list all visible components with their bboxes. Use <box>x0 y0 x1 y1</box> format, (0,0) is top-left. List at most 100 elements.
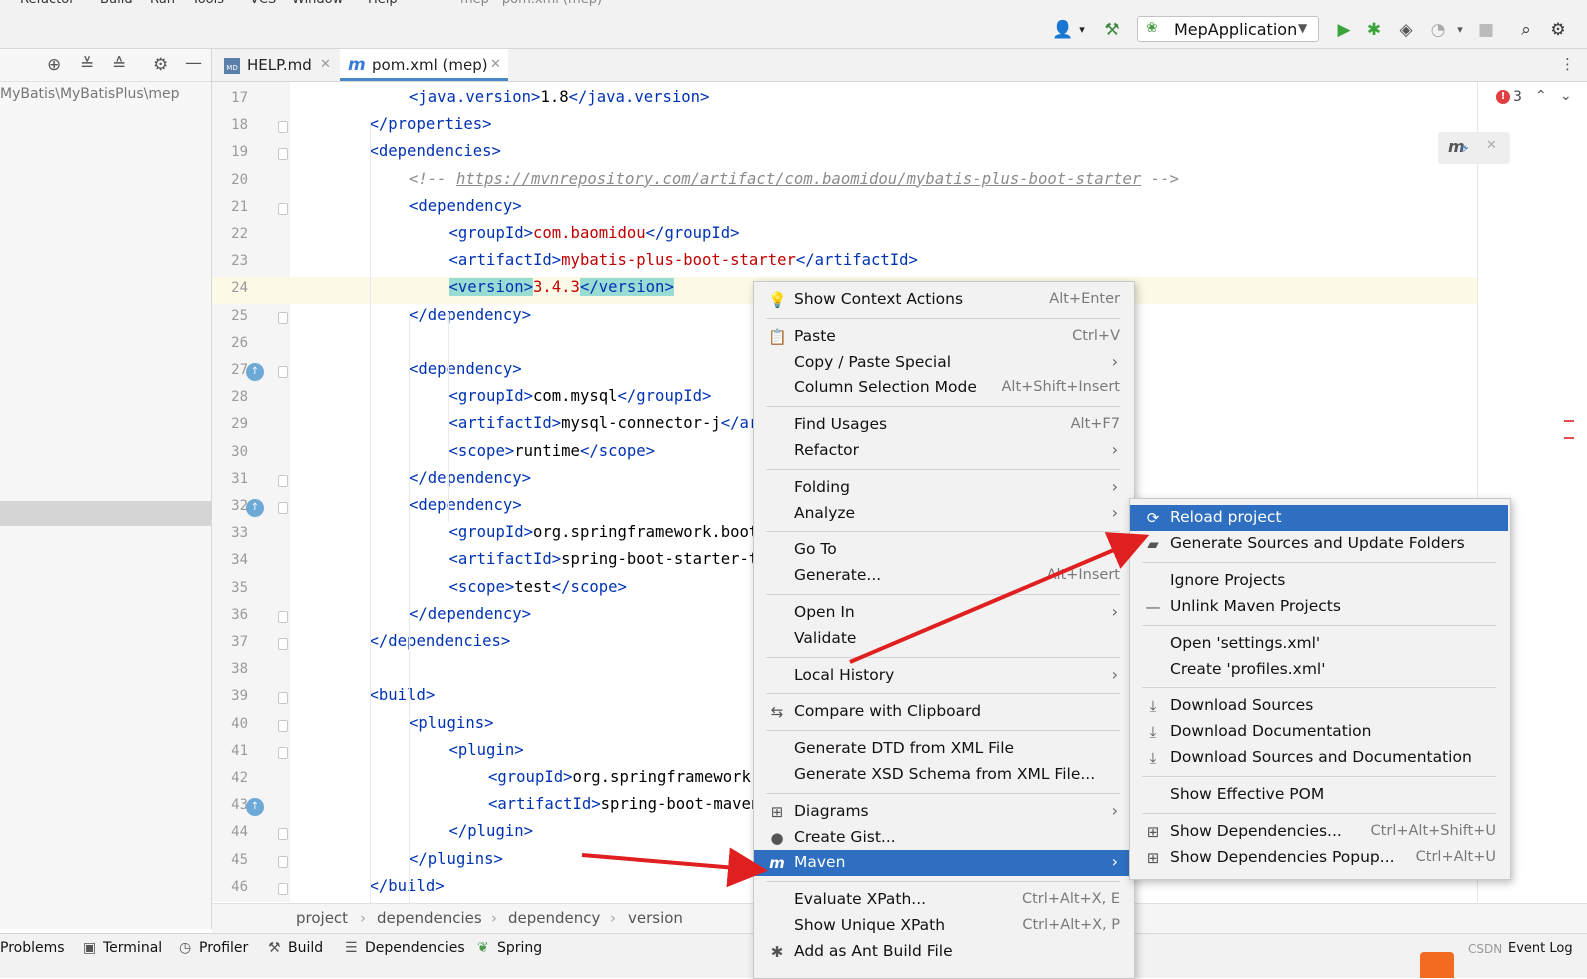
project-path[interactable]: MyBatis\MyBatisPlus\mep <box>0 86 180 102</box>
maven-menu-generate-sources-and-update-folders[interactable]: ▰ Generate Sources and Update Folders <box>1130 531 1508 557</box>
run-icon[interactable]: ▶ <box>1334 20 1354 40</box>
error-icon[interactable]: ! <box>1496 90 1510 104</box>
code-line[interactable]: </plugin> <box>449 822 534 840</box>
coverage-icon[interactable]: ◈ <box>1396 20 1416 40</box>
code-line[interactable]: </dependencies> <box>370 632 511 650</box>
code-line[interactable]: <java.version>1.8</java.version> <box>409 88 709 106</box>
code-line[interactable]: <dependency> <box>409 496 522 514</box>
code-line[interactable]: <plugin> <box>449 741 524 759</box>
maven-menu-reload-project[interactable]: ⟳ Reload project <box>1130 505 1508 531</box>
fold-marker-icon[interactable] <box>278 638 288 650</box>
maven-menu-create-profiles-xml[interactable]: Create 'profiles.xml' <box>1130 657 1508 683</box>
context-menu-validate[interactable]: Validate <box>754 626 1132 652</box>
code-line[interactable]: <dependency> <box>409 360 522 378</box>
context-menu-diagrams[interactable]: ⊞ Diagrams › <box>754 799 1132 825</box>
fold-marker-icon[interactable] <box>278 366 288 378</box>
build-tool-button[interactable]: Build <box>288 940 323 956</box>
code-line[interactable]: <groupId>com.baomidou</groupId> <box>449 224 740 242</box>
chevron-down-icon[interactable]: ▾ <box>1072 20 1092 40</box>
dependency-update-icon[interactable]: ↑ <box>246 798 264 817</box>
context-menu-add-as-ant-build-file[interactable]: ✱ Add as Ant Build File <box>754 939 1132 965</box>
profiler-tool-button[interactable]: Profiler <box>199 940 248 956</box>
maven-menu-download-sources[interactable]: ⤓ Download Sources <box>1130 693 1508 719</box>
tab-pom-xml[interactable]: m pom.xml (mep) ✕ <box>340 49 508 81</box>
debug-icon[interactable]: ✱ <box>1364 20 1384 40</box>
fold-marker-icon[interactable] <box>278 719 288 732</box>
maven-menu-show-dependencies[interactable]: ⊞ Show Dependencies... Ctrl+Alt+Shift+U <box>1130 819 1508 845</box>
code-line[interactable]: </dependency> <box>409 306 531 324</box>
maven-menu-ignore-projects[interactable]: Ignore Projects <box>1130 568 1508 594</box>
close-icon[interactable]: ✕ <box>320 49 331 81</box>
context-menu-generate-dtd-from-xml-file[interactable]: Generate DTD from XML File <box>754 736 1132 762</box>
code-line[interactable]: </properties> <box>370 115 492 133</box>
fold-marker-icon[interactable] <box>278 202 288 215</box>
breadcrumb-project[interactable]: project <box>296 909 348 927</box>
context-menu-generate[interactable]: Generate... Alt+Insert <box>754 563 1132 589</box>
maven-menu-open-settings-xml[interactable]: Open 'settings.xml' <box>1130 631 1508 657</box>
hide-panel-icon[interactable]: — <box>185 53 202 73</box>
error-stripe-mark[interactable] <box>1564 437 1574 439</box>
terminal-tool-button[interactable]: Terminal <box>103 940 162 956</box>
collapse-all-icon[interactable]: ≙ <box>112 55 126 75</box>
previous-problem-icon[interactable]: ⌃ <box>1535 88 1547 104</box>
settings-gear-icon[interactable]: ⚙ <box>1548 20 1568 40</box>
more-tabs-icon[interactable]: ⋮ <box>1560 55 1575 73</box>
context-menu-maven[interactable]: m Maven › <box>754 850 1132 877</box>
fold-marker-icon[interactable] <box>278 502 288 514</box>
code-line[interactable]: <version>3.4.3</version> <box>448 278 674 297</box>
expand-all-icon[interactable]: ≚ <box>80 55 94 75</box>
context-menu-go-to[interactable]: Go To › <box>754 537 1132 563</box>
error-stripe-mark[interactable] <box>1564 420 1574 422</box>
maven-menu-show-dependencies-popup[interactable]: ⊞ Show Dependencies Popup... Ctrl+Alt+U <box>1130 845 1508 871</box>
fold-marker-icon[interactable] <box>278 692 288 705</box>
code-line[interactable]: <groupId>org.springframework.boot</ <box>449 523 778 541</box>
code-line[interactable]: <dependency> <box>409 197 522 215</box>
context-menu-find-usages[interactable]: Find Usages Alt+F7 <box>754 412 1132 438</box>
code-line[interactable]: <groupId>com.mysql</groupId> <box>449 387 712 405</box>
next-problem-icon[interactable]: ⌄ <box>1560 88 1572 104</box>
close-icon[interactable]: ✕ <box>490 49 501 81</box>
code-line[interactable]: <build> <box>370 686 436 704</box>
fold-marker-icon[interactable] <box>278 311 288 324</box>
maven-menu-show-effective-pom[interactable]: Show Effective POM <box>1130 782 1508 808</box>
dependency-update-icon[interactable]: ↑ <box>246 363 264 381</box>
menu-refactor[interactable]: Refactor <box>20 0 75 7</box>
close-icon[interactable]: ✕ <box>1486 138 1497 153</box>
context-menu-evaluate-xpath[interactable]: Evaluate XPath... Ctrl+Alt+X, E <box>754 887 1132 913</box>
code-line[interactable]: <artifactId>spring-boot-starter-tes <box>449 550 778 568</box>
code-line[interactable]: <scope>test</scope> <box>449 578 627 596</box>
fold-marker-icon[interactable] <box>278 610 288 623</box>
context-menu-folding[interactable]: Folding › <box>754 475 1132 501</box>
dependencies-tool-button[interactable]: Dependencies <box>365 940 465 956</box>
fold-marker-icon[interactable] <box>278 882 288 895</box>
menu-window[interactable]: Window <box>292 0 343 7</box>
context-menu-generate-xsd-schema-from-xml-file[interactable]: Generate XSD Schema from XML File... <box>754 762 1132 788</box>
fold-marker-icon[interactable] <box>278 121 288 134</box>
code-line[interactable]: <groupId>org.springframework.bo <box>488 768 779 786</box>
code-line[interactable]: </plugins> <box>409 850 503 868</box>
menu-run[interactable]: Run <box>150 0 175 7</box>
menu-tools[interactable]: Tools <box>192 0 224 7</box>
code-line[interactable]: <artifactId>mybatis-plus-boot-starter</a… <box>449 251 918 269</box>
code-line[interactable]: <artifactId>spring-boot-maven-p <box>488 795 779 813</box>
code-line[interactable]: </dependency> <box>409 469 531 487</box>
context-menu-refactor[interactable]: Refactor › <box>754 438 1132 464</box>
event-log-button[interactable]: Event Log <box>1508 941 1573 956</box>
user-icon[interactable]: 👤 <box>1052 20 1073 40</box>
project-tree-selected-row[interactable] <box>0 501 211 526</box>
fold-marker-icon[interactable] <box>278 474 288 487</box>
problems-count[interactable]: 3 <box>1513 89 1522 105</box>
fold-marker-icon[interactable] <box>278 148 288 161</box>
problems-tool-button[interactable]: Problems <box>0 940 65 956</box>
maven-menu-download-documentation[interactable]: ⤓ Download Documentation <box>1130 719 1508 745</box>
context-menu-create-gist[interactable]: ● Create Gist... <box>754 825 1132 851</box>
build-hammer-icon[interactable]: ⚒ <box>1102 20 1122 40</box>
fold-marker-icon[interactable] <box>278 855 288 868</box>
chevron-down-icon[interactable]: ▾ <box>1450 20 1470 40</box>
run-config-selector[interactable]: ❀ MepApplication ▼ <box>1137 16 1319 42</box>
code-line[interactable]: <plugins> <box>409 714 494 732</box>
context-menu-show-context-actions[interactable]: 💡 Show Context Actions Alt+Enter <box>754 287 1132 313</box>
code-line[interactable]: <dependencies> <box>370 142 501 160</box>
context-menu-show-unique-xpath[interactable]: Show Unique XPath Ctrl+Alt+X, P <box>754 913 1132 939</box>
context-menu-compare-with-clipboard[interactable]: ⇆ Compare with Clipboard <box>754 699 1132 725</box>
